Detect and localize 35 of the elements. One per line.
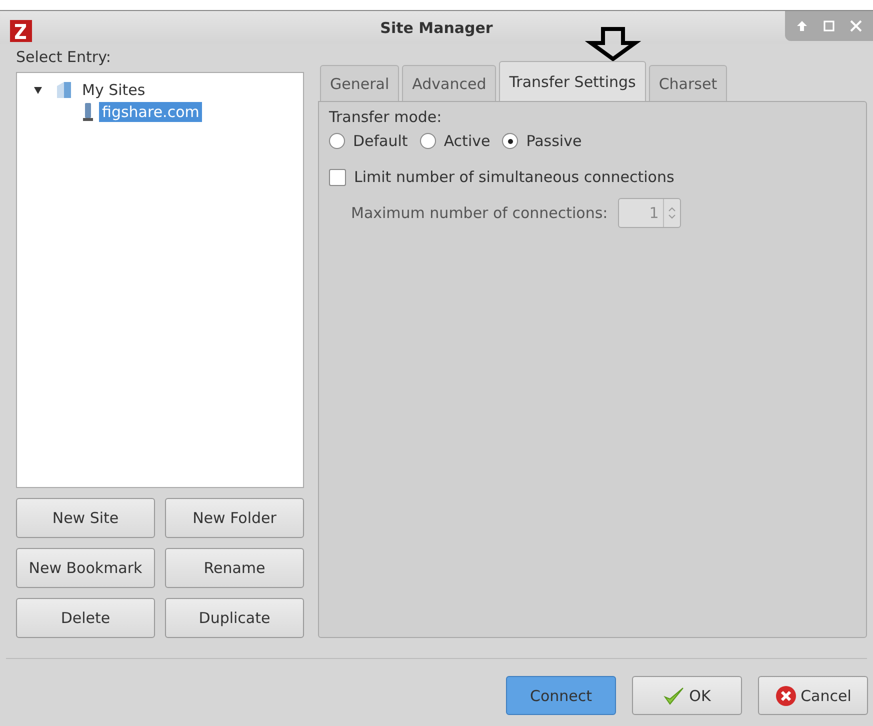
radio-button[interactable]	[502, 133, 518, 150]
site-button[interactable]: Rename	[165, 548, 304, 588]
server-icon	[83, 102, 93, 122]
checkbox-label: Limit number of simultaneous connections	[354, 168, 674, 186]
site-button[interactable]: New Folder	[165, 498, 304, 538]
checkbox[interactable]	[329, 168, 346, 186]
radio-button[interactable]	[329, 133, 345, 150]
radio-label: Default	[353, 132, 408, 150]
site-button[interactable]: Duplicate	[165, 598, 304, 638]
site-button[interactable]: New Site	[16, 498, 155, 538]
close-icon[interactable]	[850, 20, 862, 32]
select-entry-label: Select Entry:	[16, 48, 112, 66]
site-button[interactable]: New Bookmark	[16, 548, 155, 588]
tree-item[interactable]: My Sites	[79, 80, 148, 100]
tab[interactable]: General	[320, 65, 400, 102]
tab[interactable]: Charset	[648, 65, 728, 102]
checkmark-icon	[663, 686, 686, 706]
close-icon	[774, 684, 797, 707]
site-button[interactable]: Delete	[16, 598, 155, 638]
folder-icon	[55, 80, 73, 100]
window-title: Site Manager	[380, 18, 493, 37]
restore-icon[interactable]	[822, 20, 835, 32]
cancel-button[interactable]: Cancel	[758, 676, 868, 716]
ok-button[interactable]: OK	[632, 676, 742, 716]
transfer-mode-label: Transfer mode:	[329, 108, 443, 126]
radio-label: Active	[444, 132, 490, 150]
down-arrow-icon	[585, 27, 641, 61]
radio-label: Passive	[526, 132, 582, 150]
radio-button[interactable]	[420, 133, 436, 150]
app-logo-icon	[10, 20, 32, 42]
connect-button[interactable]: Connect	[506, 676, 616, 716]
maximize-up-icon[interactable]	[796, 20, 808, 32]
tab[interactable]: Advanced	[402, 65, 496, 102]
tab[interactable]: Transfer Settings	[499, 61, 646, 102]
max-connections-label: Maximum number of connections:	[351, 204, 608, 222]
